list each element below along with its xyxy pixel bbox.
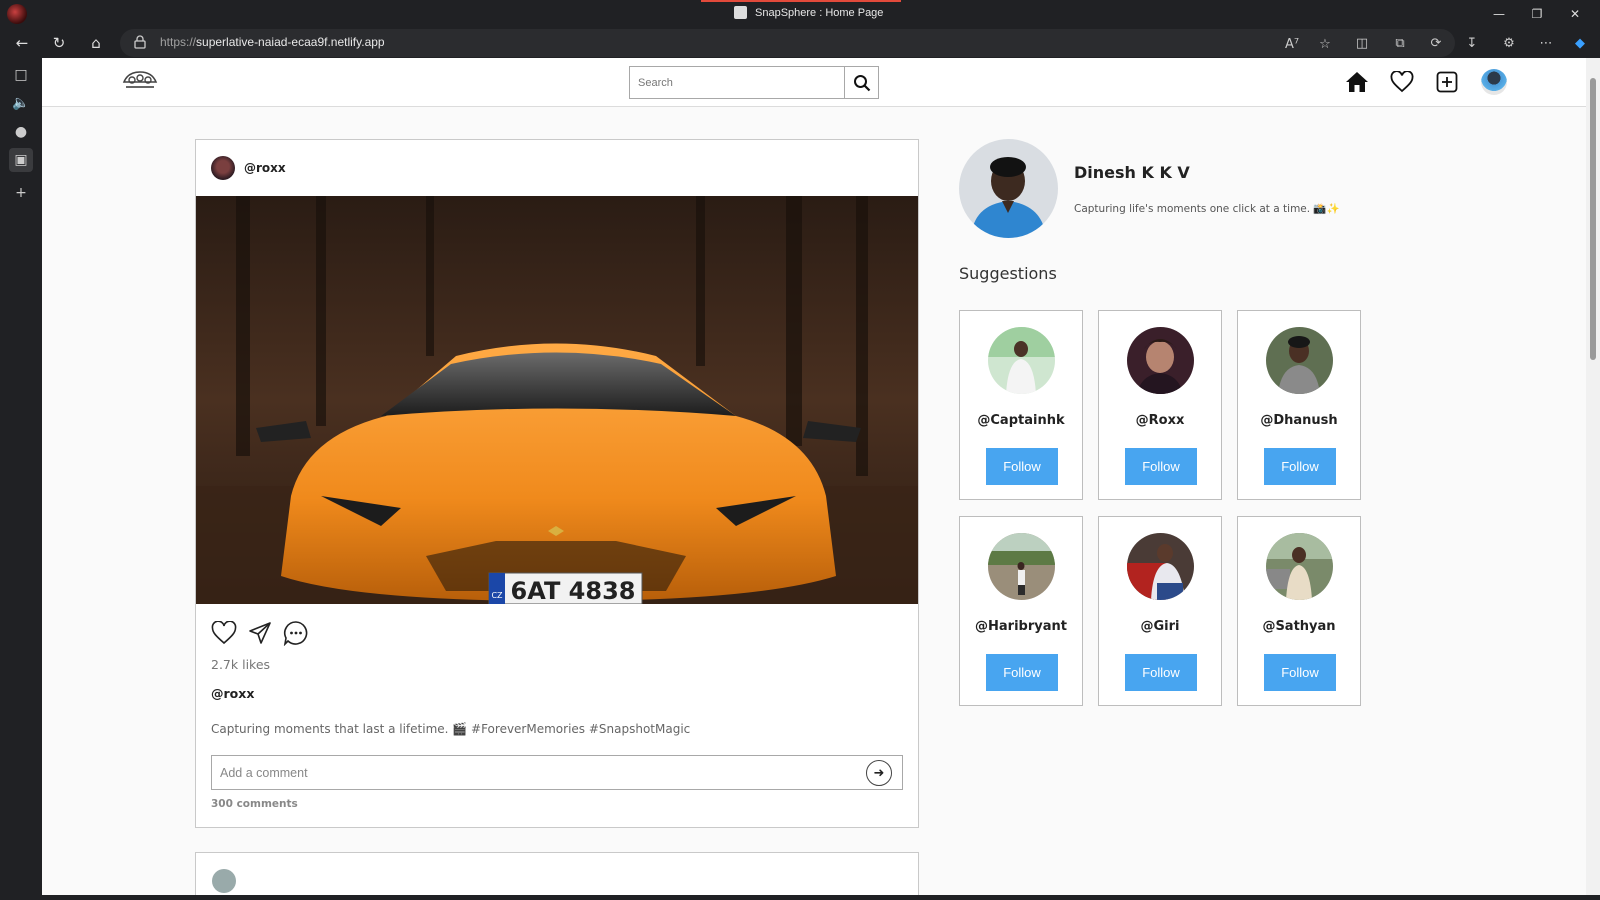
browser-profile-icon[interactable] xyxy=(7,4,27,24)
snapsphere-logo[interactable] xyxy=(120,68,160,92)
url-protocol: https:// xyxy=(160,35,197,49)
follow-button[interactable]: Follow xyxy=(1125,654,1197,691)
suggestion-username[interactable]: @Haribryant xyxy=(960,619,1082,634)
car-photo: CZ 6AT 4838 xyxy=(196,196,918,604)
history-icon[interactable]: ⟳ xyxy=(1424,31,1448,55)
post-actions xyxy=(211,620,309,646)
back-icon[interactable]: ← xyxy=(10,31,34,55)
home-icon[interactable]: ⌂ xyxy=(84,31,108,55)
browser-toolbar: ← ↻ ⌂ https://superlative-naiad-ecaa9f.n… xyxy=(0,28,1600,58)
follow-button[interactable]: Follow xyxy=(1125,448,1197,485)
suggestion-username[interactable]: @Giri xyxy=(1099,619,1221,634)
follow-button[interactable]: Follow xyxy=(1264,448,1336,485)
suggestion-avatar[interactable] xyxy=(1127,533,1194,600)
comments-count[interactable]: 300 comments xyxy=(211,798,298,810)
window-titlebar: SnapSphere : Home Page — ❐ ✕ xyxy=(0,0,1600,28)
suggestion-avatar[interactable] xyxy=(1266,533,1333,600)
suggestions-heading: Suggestions xyxy=(959,264,1057,283)
tab[interactable]: SnapSphere : Home Page xyxy=(734,6,883,19)
plate-country: CZ xyxy=(491,591,503,600)
suggestion-card: @Roxx Follow xyxy=(1098,310,1222,500)
profile-name[interactable]: Dinesh K K V xyxy=(1074,163,1190,182)
caption-username[interactable]: @roxx xyxy=(211,686,254,701)
submit-comment-arrow-icon[interactable]: ➜ xyxy=(866,760,892,786)
comment-bubble-icon[interactable] xyxy=(283,620,309,646)
browser-sidebar: □ 🔈 ● ▣ + xyxy=(0,58,42,900)
profile-avatar-small[interactable] xyxy=(1481,69,1507,95)
suggestion-card: @Haribryant Follow xyxy=(959,516,1083,706)
comment-input[interactable] xyxy=(212,756,852,789)
comment-box: ➜ xyxy=(211,755,903,790)
suggestion-card: @Sathyan Follow xyxy=(1237,516,1361,706)
web-page: @roxx xyxy=(42,58,1600,895)
post-image[interactable]: CZ 6AT 4838 xyxy=(196,196,918,604)
github-icon[interactable]: ● xyxy=(9,120,33,144)
scrollbar-thumb[interactable] xyxy=(1590,78,1596,360)
tab-title: SnapSphere : Home Page xyxy=(755,6,884,19)
minimize-icon[interactable]: — xyxy=(1480,0,1518,28)
suggestion-username[interactable]: @Dhanush xyxy=(1238,413,1360,428)
next-post-card xyxy=(195,852,919,895)
download-icon[interactable]: ↧ xyxy=(1460,31,1484,55)
search-icon xyxy=(853,74,870,91)
refresh-icon[interactable]: ↻ xyxy=(47,31,71,55)
extensions-icon[interactable]: ⚙ xyxy=(1497,31,1521,55)
heart-nav-icon[interactable] xyxy=(1389,69,1415,95)
post-avatar[interactable] xyxy=(211,156,235,180)
post-caption: Capturing moments that last a lifetime. … xyxy=(211,722,691,736)
suggestion-avatar[interactable] xyxy=(988,327,1055,394)
license-plate-text: 6AT 4838 xyxy=(511,577,636,604)
search-button[interactable] xyxy=(844,66,879,99)
active-tab-indicator xyxy=(701,0,901,2)
page-scrollbar[interactable] xyxy=(1586,58,1600,895)
copilot-icon[interactable]: ◆ xyxy=(1568,31,1592,55)
post-header: @roxx xyxy=(211,156,286,180)
snapsphere-tab-icon[interactable]: ▣ xyxy=(9,148,33,172)
like-heart-icon[interactable] xyxy=(211,620,237,646)
follow-button[interactable]: Follow xyxy=(1264,654,1336,691)
close-icon[interactable]: ✕ xyxy=(1556,0,1594,28)
suggestion-username[interactable]: @Sathyan xyxy=(1238,619,1360,634)
profile-avatar[interactable] xyxy=(959,139,1058,238)
suggestion-avatar[interactable] xyxy=(1266,327,1333,394)
site-header xyxy=(42,58,1586,107)
search-input[interactable] xyxy=(629,66,844,99)
collections-icon[interactable]: ⧉ xyxy=(1388,31,1412,55)
window-controls: — ❐ ✕ xyxy=(1480,0,1594,28)
suggestion-username[interactable]: @Captainhk xyxy=(960,413,1082,428)
follow-button[interactable]: Follow xyxy=(986,448,1058,485)
speaker-icon[interactable]: 🔈 xyxy=(9,91,33,115)
profile-bio: Capturing life's moments one click at a … xyxy=(1074,203,1340,215)
search-bar xyxy=(629,66,879,99)
add-post-icon[interactable] xyxy=(1434,69,1460,95)
split-screen-icon[interactable]: ◫ xyxy=(1350,31,1374,55)
suggestion-card: @Captainhk Follow xyxy=(959,310,1083,500)
url-host: superlative-naiad-ecaa9f.netlify.app xyxy=(196,35,385,49)
suggestion-card: @Dhanush Follow xyxy=(1237,310,1361,500)
read-aloud-icon[interactable]: A⁷ xyxy=(1280,32,1304,56)
suggestion-avatar[interactable] xyxy=(1127,327,1194,394)
suggestion-card: @Giri Follow xyxy=(1098,516,1222,706)
more-menu-icon[interactable]: ⋯ xyxy=(1534,31,1558,55)
post-card: @roxx CZ 6AT 4838 2.7k likes @roxx Captu… xyxy=(195,139,919,828)
suggestion-avatar[interactable] xyxy=(988,533,1055,600)
post-username[interactable]: @roxx xyxy=(244,161,286,175)
likes-count: 2.7k likes xyxy=(211,657,271,672)
home-nav-icon[interactable] xyxy=(1344,69,1370,95)
url-text: https://superlative-naiad-ecaa9f.netlify… xyxy=(160,35,385,49)
lock-icon xyxy=(134,35,146,49)
follow-button[interactable]: Follow xyxy=(986,654,1058,691)
favicon-icon xyxy=(734,6,747,19)
restore-icon[interactable]: ❐ xyxy=(1518,0,1556,28)
next-post-avatar[interactable] xyxy=(212,869,236,893)
address-bar[interactable]: https://superlative-naiad-ecaa9f.netlify… xyxy=(120,29,1455,57)
suggestion-username[interactable]: @Roxx xyxy=(1099,413,1221,428)
favorite-star-icon[interactable]: ☆ xyxy=(1313,32,1337,56)
share-send-icon[interactable] xyxy=(247,620,273,646)
add-icon[interactable]: + xyxy=(9,181,33,205)
tabs-icon[interactable]: □ xyxy=(9,63,33,87)
